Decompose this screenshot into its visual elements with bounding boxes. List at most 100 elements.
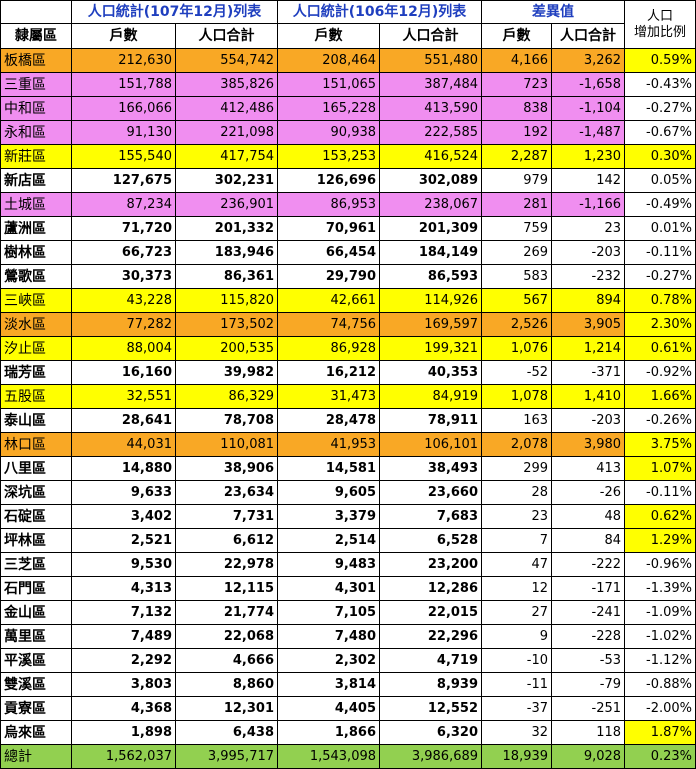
cell-households-diff: 9 (481, 624, 553, 649)
cell-population-diff: -1,487 (551, 120, 626, 145)
cell-households-2018: 44,031 (71, 432, 176, 457)
cell-households-2018: 155,540 (71, 144, 176, 169)
cell-households-diff: -11 (481, 672, 553, 697)
cell-population-2017: 114,926 (379, 288, 483, 313)
cell-population-2018: 6,438 (174, 720, 279, 745)
cell-population-diff: 84 (551, 528, 626, 553)
cell-population-2018: 21,774 (174, 600, 279, 625)
cell-growth-ratio: -0.88% (624, 672, 696, 697)
cell-households-2017: 14,581 (277, 456, 381, 481)
cell-households-diff: 299 (481, 456, 553, 481)
cell-population-2018: 12,301 (174, 696, 279, 721)
cell-population-diff: -79 (551, 672, 626, 697)
cell-population-diff: -203 (551, 240, 626, 265)
cell-households-diff: 192 (481, 120, 553, 145)
cell-households-diff: 1,076 (481, 336, 553, 361)
cell-growth-ratio: 2.30% (624, 312, 696, 337)
cell-population-2018: 7,731 (174, 504, 279, 529)
cell-population-2017: 238,067 (379, 192, 483, 217)
cell-population-2017: 169,597 (379, 312, 483, 337)
cell-population-2017: 413,590 (379, 96, 483, 121)
cell-district: 八里區 (0, 456, 72, 481)
cell-households-2017: 1,866 (277, 720, 381, 745)
header-households-diff: 戶數 (481, 23, 553, 49)
cell-population-2017: 23,660 (379, 480, 483, 505)
cell-population-2018: 6,612 (174, 528, 279, 553)
cell-population-diff: -171 (551, 576, 626, 601)
total-population-diff: 9,028 (551, 744, 626, 769)
cell-district: 淡水區 (0, 312, 72, 337)
cell-households-2018: 16,160 (71, 360, 176, 385)
cell-households-2017: 2,302 (277, 648, 381, 673)
cell-households-2017: 9,605 (277, 480, 381, 505)
cell-households-2018: 166,066 (71, 96, 176, 121)
table-row: 樹林區 66,723 183,946 66,454 184,149 269 -203 -0.1… (0, 240, 696, 265)
header-population-2018: 人口合計 (174, 23, 279, 49)
cell-growth-ratio: -1.09% (624, 600, 696, 625)
cell-growth-ratio: -0.43% (624, 72, 696, 97)
cell-households-2018: 43,228 (71, 288, 176, 313)
cell-population-diff: 3,262 (551, 48, 626, 73)
cell-district: 土城區 (0, 192, 72, 217)
cell-district: 鶯歌區 (0, 264, 72, 289)
cell-households-2018: 3,402 (71, 504, 176, 529)
cell-population-2018: 412,486 (174, 96, 279, 121)
table-row: 新店區 127,675 302,231 126,696 302,089 979 142 0.0… (0, 168, 696, 193)
header-population-2017: 人口合計 (379, 23, 483, 49)
cell-population-diff: 894 (551, 288, 626, 313)
cell-households-diff: 2,287 (481, 144, 553, 169)
cell-population-diff: -228 (551, 624, 626, 649)
cell-households-diff: 269 (481, 240, 553, 265)
cell-households-2017: 42,661 (277, 288, 381, 313)
total-population-2017: 3,986,689 (379, 744, 483, 769)
cell-population-2017: 184,149 (379, 240, 483, 265)
header-growth-line1: 人口 (647, 8, 674, 24)
cell-district: 板橋區 (0, 48, 72, 73)
cell-population-2017: 86,593 (379, 264, 483, 289)
cell-district: 平溪區 (0, 648, 72, 673)
cell-households-2018: 30,373 (71, 264, 176, 289)
cell-population-2018: 8,860 (174, 672, 279, 697)
cell-growth-ratio: 0.78% (624, 288, 696, 313)
cell-population-2017: 6,320 (379, 720, 483, 745)
cell-households-diff: 759 (481, 216, 553, 241)
cell-district: 貢寮區 (0, 696, 72, 721)
table-row: 貢寮區 4,368 12,301 4,405 12,552 -37 -251 -2.00% (0, 696, 696, 721)
cell-population-diff: -232 (551, 264, 626, 289)
header-group-2018: 人口統計(107年12月)列表 (70, 0, 279, 24)
header-row-columns: 隸屬區 戶數 人口合計 戶數 人口合計 戶數 人口合計 (0, 23, 696, 49)
cell-households-2017: 126,696 (277, 168, 381, 193)
cell-households-2018: 3,803 (71, 672, 176, 697)
table-row: 雙溪區 3,803 8,860 3,814 8,939 -11 -79 -0.88% (0, 672, 696, 697)
cell-households-diff: 4,166 (481, 48, 553, 73)
cell-households-diff: 12 (481, 576, 553, 601)
cell-households-2017: 90,938 (277, 120, 381, 145)
cell-population-2017: 551,480 (379, 48, 483, 73)
cell-district: 石碇區 (0, 504, 72, 529)
cell-growth-ratio: -0.67% (624, 120, 696, 145)
cell-households-2017: 9,483 (277, 552, 381, 577)
cell-population-2018: 554,742 (174, 48, 279, 73)
cell-households-2018: 88,004 (71, 336, 176, 361)
cell-population-2017: 6,528 (379, 528, 483, 553)
cell-households-diff: 281 (481, 192, 553, 217)
table-row: 萬里區 7,489 22,068 7,480 22,296 9 -228 -1.02% (0, 624, 696, 649)
cell-population-2017: 302,089 (379, 168, 483, 193)
cell-growth-ratio: 0.05% (624, 168, 696, 193)
cell-growth-ratio: 0.30% (624, 144, 696, 169)
cell-households-2018: 2,292 (71, 648, 176, 673)
cell-population-2018: 86,361 (174, 264, 279, 289)
total-row: 總計 1,562,037 3,995,717 1,543,098 3,986,6… (0, 744, 696, 769)
cell-population-2018: 385,826 (174, 72, 279, 97)
cell-population-2018: 22,068 (174, 624, 279, 649)
cell-district: 金山區 (0, 600, 72, 625)
cell-population-2017: 12,286 (379, 576, 483, 601)
cell-households-2017: 153,253 (277, 144, 381, 169)
header-households-2017: 戶數 (277, 23, 381, 49)
header-district: 隸屬區 (0, 23, 72, 49)
cell-population-diff: -1,658 (551, 72, 626, 97)
cell-population-diff: 118 (551, 720, 626, 745)
cell-growth-ratio: -0.11% (624, 480, 696, 505)
cell-growth-ratio: 1.07% (624, 456, 696, 481)
table-row: 板橋區 212,630 554,742 208,464 551,480 4,166 3,26… (0, 48, 696, 73)
